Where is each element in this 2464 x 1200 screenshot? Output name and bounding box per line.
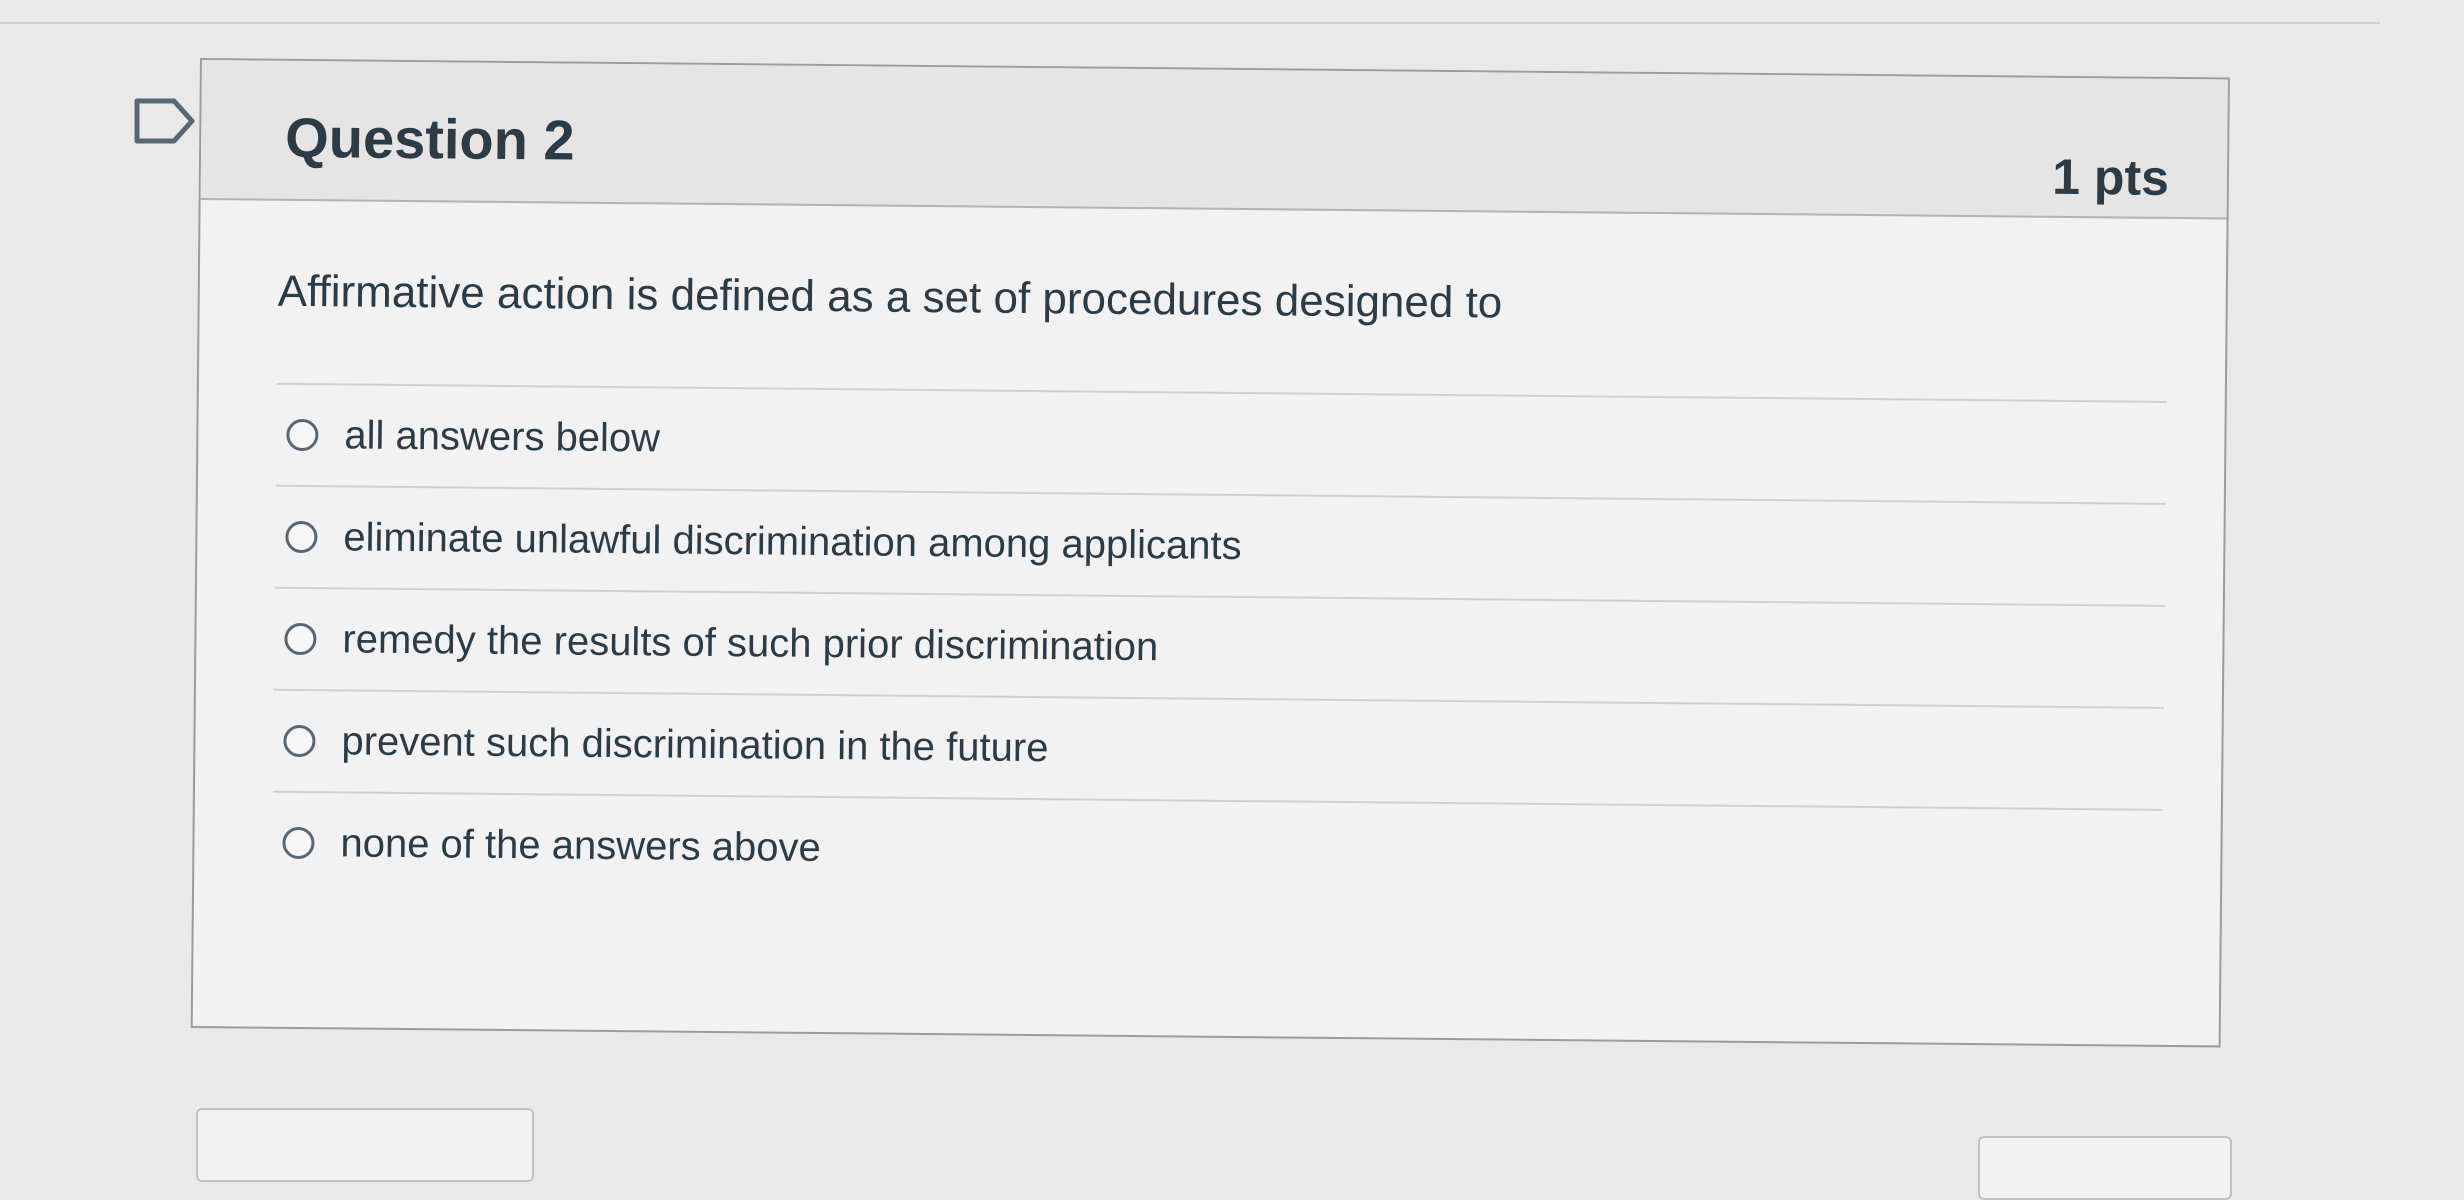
- answer-option[interactable]: remedy the results of such prior discrim…: [273, 586, 2165, 707]
- next-button[interactable]: [1978, 1136, 2232, 1200]
- question-body: Affirmative action is defined as a set o…: [194, 200, 2227, 911]
- flag-question-icon[interactable]: [134, 98, 196, 144]
- radio-unselected-icon[interactable]: [285, 520, 318, 554]
- question-text: Affirmative action is defined as a set o…: [277, 266, 1503, 328]
- answer-option[interactable]: prevent such discrimination in the futur…: [272, 688, 2164, 809]
- answer-label: remedy the results of such prior discrim…: [342, 616, 1159, 669]
- top-divider: [0, 22, 2380, 24]
- question-points: 1 pts: [2051, 148, 2170, 206]
- answer-option[interactable]: all answers below: [275, 382, 2167, 503]
- previous-button[interactable]: [196, 1108, 534, 1182]
- question-card: Question 2 1 pts Affirmative action is d…: [190, 58, 2230, 1048]
- question-title: Question 2: [284, 105, 575, 172]
- radio-unselected-icon[interactable]: [283, 724, 316, 758]
- answer-label: prevent such discrimination in the futur…: [341, 718, 1049, 770]
- answer-option[interactable]: eliminate unlawful discrimination among …: [274, 484, 2166, 605]
- radio-unselected-icon[interactable]: [282, 826, 315, 860]
- answer-label: none of the answers above: [340, 820, 822, 870]
- radio-unselected-icon[interactable]: [284, 622, 317, 656]
- answer-label: eliminate unlawful discrimination among …: [343, 514, 1242, 568]
- answer-label: all answers below: [344, 412, 661, 460]
- answer-option[interactable]: none of the answers above: [271, 790, 2163, 911]
- answer-list: all answers below eliminate unlawful dis…: [271, 382, 2167, 911]
- question-header: Question 2 1 pts: [200, 60, 2228, 220]
- radio-unselected-icon[interactable]: [286, 418, 319, 452]
